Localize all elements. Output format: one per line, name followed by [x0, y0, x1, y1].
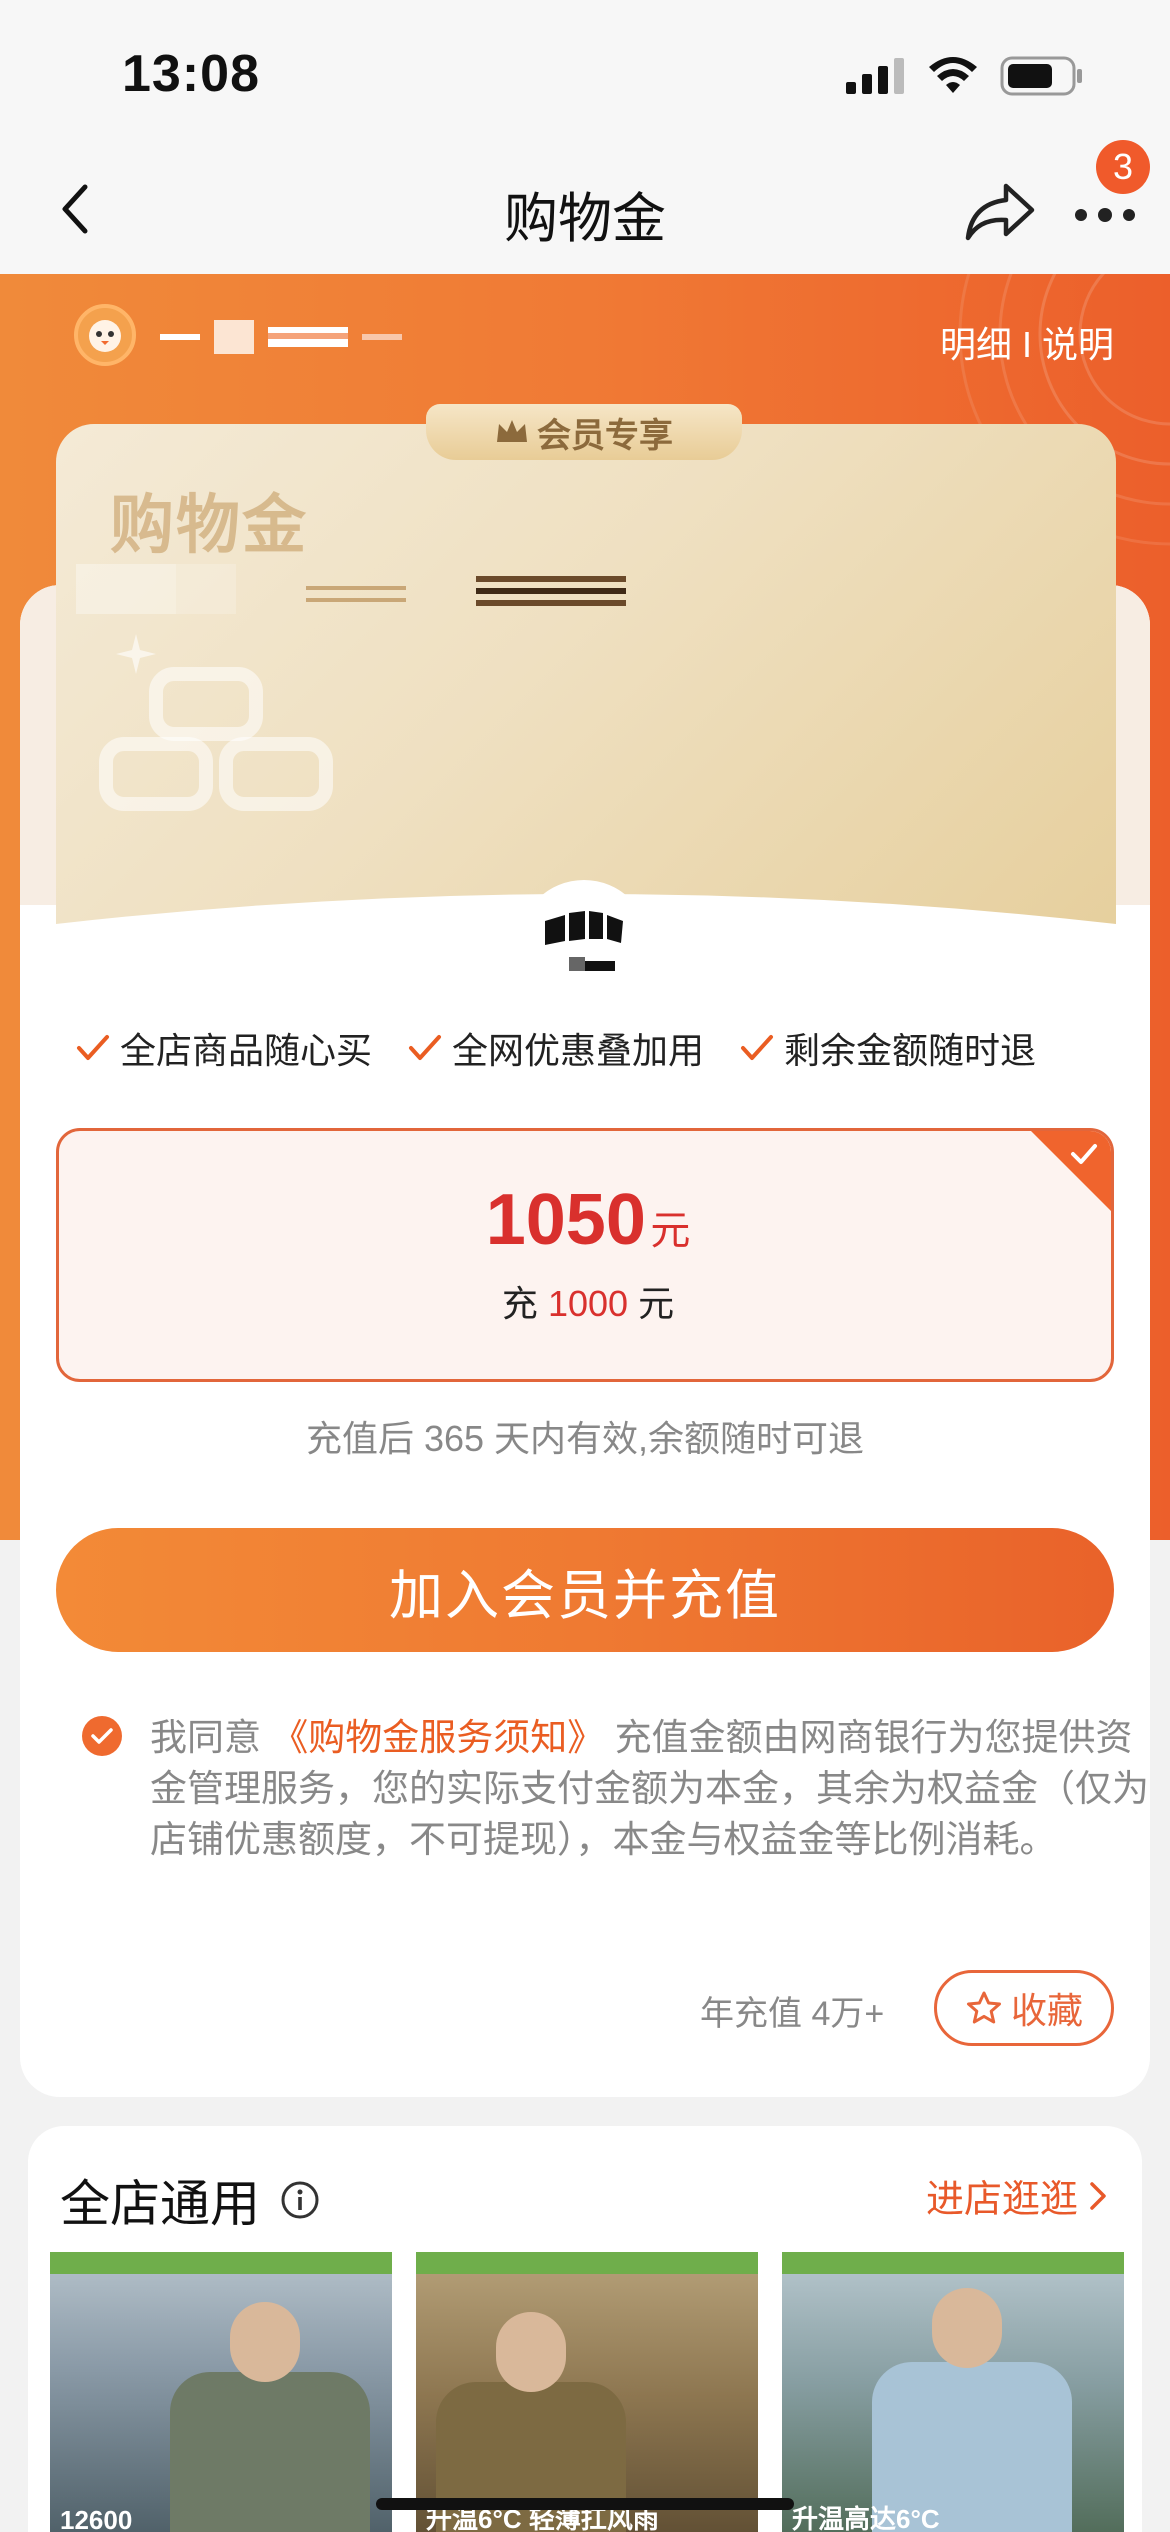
agreement-text: 我同意 《购物金服务须知》 充值金额由网商银行为您提供资金管理服务，您的实际支付…: [150, 1712, 1150, 1865]
home-indicator: [376, 2498, 794, 2510]
product-banner-strip: [416, 2252, 758, 2274]
pay-prefix: 充: [501, 1283, 538, 1324]
shop-logo-icon: [545, 911, 623, 971]
validity-note: 充值后 365 天内有效,余额随时可退: [305, 1418, 865, 1459]
product-model-head: [496, 2312, 566, 2392]
chevron-right-icon: [1090, 2181, 1106, 2210]
amount-option-selected[interactable]: 1050 元 充 1000 元: [56, 1128, 1114, 1382]
user-avatar: [74, 304, 136, 366]
nav-bar: 购物金: [0, 150, 1170, 274]
checkmark-icon: [91, 1728, 113, 1744]
bird-mascot-icon: [89, 320, 121, 352]
product-promo: 升温高达6°C: [792, 2504, 940, 2532]
shop-logo: [518, 880, 650, 1012]
check-icon: [741, 1035, 774, 1060]
store-title-label: 全店通用: [60, 2176, 260, 2232]
more-dots-icon: [1075, 208, 1135, 222]
amount-value: 1050: [485, 1180, 646, 1260]
check-icon: [409, 1035, 442, 1060]
selected-check-icon: [1071, 1144, 1097, 1164]
battery-icon: [1000, 56, 1082, 96]
shopping-gold-card: 购物金: [56, 424, 1116, 944]
product-card[interactable]: 升温高达6°C: [782, 2252, 1124, 2532]
product-card[interactable]: 升温6°C 轻薄扛风雨: [416, 2252, 758, 2532]
product-model-head: [932, 2288, 1002, 2368]
favorite-button[interactable]: 收藏: [934, 1970, 1114, 2046]
service-terms-link[interactable]: 《购物金服务须知》: [271, 1717, 604, 1758]
product-model-head: [230, 2302, 300, 2382]
detail-explain-link[interactable]: 明细 I 说明: [940, 316, 1114, 368]
status-bar: 13:08: [0, 0, 1170, 150]
product-banner-strip: [50, 2252, 392, 2274]
feature-label: 全店商品随心买: [120, 1030, 373, 1071]
feature-item: 全网优惠叠加用: [408, 1022, 704, 1074]
blurred-shop-name: [76, 564, 626, 614]
wifi-icon: [929, 57, 977, 93]
agreement-prefix: 我同意: [150, 1717, 261, 1758]
visit-store-link[interactable]: 进店逛逛: [926, 2168, 1108, 2223]
status-time: 13:08: [122, 45, 260, 103]
visit-store-label: 进店逛逛: [925, 2179, 1078, 2221]
feature-label: 全网优惠叠加用: [452, 1030, 705, 1071]
product-banner-strip: [782, 2252, 1124, 2274]
star-icon: [966, 1991, 1001, 2024]
notification-badge: 3: [1096, 140, 1150, 194]
product-model-image: [170, 2372, 370, 2532]
feature-label: 剩余金额随时退: [784, 1030, 1037, 1071]
favorite-label: 收藏: [1010, 1990, 1083, 2031]
signal-icon: [846, 58, 904, 94]
status-icons: [846, 56, 1084, 96]
check-icon: [77, 1035, 109, 1060]
product-list: 12600 升温6°C 轻薄扛风雨 升温高达6°C: [50, 2252, 1124, 2532]
feature-item: 全店商品随心买: [76, 1022, 372, 1074]
feature-item: 剩余金额随时退: [740, 1022, 1036, 1074]
crown-icon: [497, 420, 527, 442]
amount-pay: 充 1000 元: [59, 1275, 1111, 1327]
pay-unit: 元: [638, 1283, 675, 1324]
store-section-title: 全店通用: [60, 2164, 320, 2236]
info-icon[interactable]: [280, 2180, 320, 2220]
gold-bars-watermark-icon: [99, 634, 333, 811]
share-button[interactable]: [962, 176, 1038, 246]
agree-checkbox[interactable]: [82, 1716, 122, 1756]
gold-card-title: 购物金: [110, 489, 308, 561]
product-promo: 12600: [60, 2505, 133, 2532]
pay-value: 1000: [547, 1283, 629, 1324]
share-icon: [965, 183, 1035, 241]
username-blurred: [160, 320, 402, 354]
amount-unit: 元: [650, 1209, 691, 1253]
amount-total: 1050 元: [59, 1179, 1111, 1261]
join-and-recharge-button[interactable]: 加入会员并充值: [56, 1528, 1114, 1652]
member-exclusive-label: 会员专享: [537, 416, 673, 455]
product-card[interactable]: 12600: [50, 2252, 392, 2532]
member-exclusive-tag: 会员专享: [426, 404, 742, 460]
feature-list: 全店商品随心买 全网优惠叠加用 剩余金额随时退: [76, 1022, 1036, 1074]
annual-recharge-count: 年充值 4万+: [700, 1995, 885, 2033]
